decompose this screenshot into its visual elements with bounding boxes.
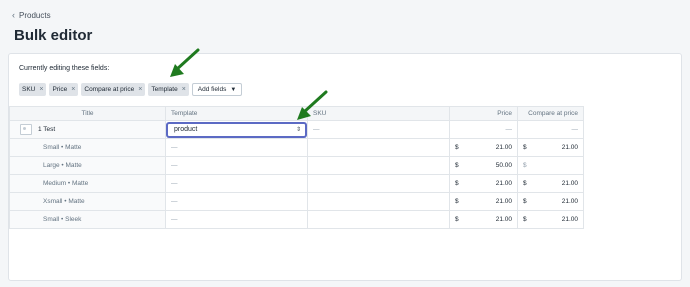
chevron-left-icon: ‹ <box>12 10 15 20</box>
variant-row: Small • Sleek — $21.00 $21.00 <box>9 210 584 229</box>
currency-symbol: $ <box>455 198 459 205</box>
price-cell[interactable]: — <box>449 120 518 139</box>
currency-symbol: $ <box>455 180 459 187</box>
remove-tag-icon[interactable]: × <box>71 86 75 93</box>
compare-price-cell[interactable]: $21.00 <box>517 210 584 229</box>
breadcrumb[interactable]: ‹ Products <box>12 10 51 21</box>
tag-template: Template × <box>148 83 189 96</box>
price-cell[interactable]: $50.00 <box>449 156 518 175</box>
column-header-price: Price <box>449 106 518 121</box>
editing-fields-label: Currently editing these fields: <box>19 65 110 72</box>
sku-cell[interactable] <box>307 174 450 193</box>
tag-sku: SKU × <box>19 83 47 96</box>
column-header-title: Title <box>9 106 166 121</box>
tag-label: SKU <box>22 86 36 93</box>
template-cell[interactable]: — <box>165 174 308 193</box>
sku-cell[interactable] <box>307 192 450 211</box>
caret-down-icon: ▼ <box>230 86 237 93</box>
compare-price-value: 21.00 <box>561 198 578 205</box>
compare-price-value: 21.00 <box>561 216 578 223</box>
variant-row: Large • Matte — $50.00 $ <box>9 156 584 175</box>
sku-cell[interactable] <box>307 156 450 175</box>
template-cell[interactable]: — <box>165 192 308 211</box>
tag-compare-at-price: Compare at price × <box>81 83 146 96</box>
tag-price: Price × <box>49 83 79 96</box>
price-value: 21.00 <box>495 216 512 223</box>
bulk-edit-grid: Title Template SKU Price Compare at pric… <box>9 106 584 229</box>
compare-price-cell[interactable]: $ <box>517 156 584 175</box>
currency-symbol: $ <box>523 216 527 223</box>
template-cell[interactable]: — <box>165 210 308 229</box>
compare-price-cell[interactable]: $21.00 <box>517 174 584 193</box>
compare-price-cell[interactable]: $21.00 <box>517 192 584 211</box>
price-value: 21.00 <box>495 198 512 205</box>
annotation-arrow-icon <box>297 90 328 120</box>
variant-row: Small • Matte — $21.00 $21.00 <box>9 138 584 157</box>
product-title: 1 Test <box>38 126 56 134</box>
page-title: Bulk editor <box>14 27 93 44</box>
template-cell[interactable]: — <box>165 156 308 175</box>
variant-row: Medium • Matte — $21.00 $21.00 <box>9 174 584 193</box>
remove-tag-icon[interactable]: × <box>39 86 43 93</box>
template-select[interactable]: product ⇕ <box>167 122 306 137</box>
template-select-value: product <box>174 126 198 133</box>
sku-cell[interactable] <box>307 210 450 229</box>
tag-label: Compare at price <box>84 86 135 93</box>
remove-tag-icon[interactable]: × <box>182 86 186 93</box>
currency-symbol: $ <box>455 144 459 151</box>
annotation-arrow-icon <box>170 48 200 77</box>
variant-title: Medium • Matte <box>9 174 166 193</box>
variant-title: Xsmall • Matte <box>9 192 166 211</box>
price-cell[interactable]: $21.00 <box>449 210 518 229</box>
currency-symbol: $ <box>523 162 527 169</box>
template-cell[interactable]: — <box>165 138 308 157</box>
currency-symbol: $ <box>523 198 527 205</box>
select-arrows-icon: ⇕ <box>295 126 301 133</box>
add-fields-button[interactable]: Add fields ▼ <box>191 83 243 96</box>
compare-price-cell[interactable]: $21.00 <box>517 138 584 157</box>
compare-price-cell[interactable]: — <box>517 120 584 139</box>
variant-title: Small • Matte <box>9 138 166 157</box>
currency-symbol: $ <box>455 162 459 169</box>
product-title-cell: 1 Test <box>9 120 166 139</box>
price-cell[interactable]: $21.00 <box>449 138 518 157</box>
currency-symbol: $ <box>523 144 527 151</box>
currency-symbol: $ <box>523 180 527 187</box>
remove-tag-icon[interactable]: × <box>138 86 142 93</box>
price-value: 21.00 <box>495 144 512 151</box>
variant-title: Large • Matte <box>9 156 166 175</box>
currency-symbol: $ <box>455 216 459 223</box>
price-value: 50.00 <box>495 162 512 169</box>
add-fields-label: Add fields <box>197 86 227 93</box>
image-placeholder-icon <box>20 124 32 135</box>
sku-cell[interactable] <box>307 138 450 157</box>
compare-price-value: 21.00 <box>561 144 578 151</box>
compare-price-value: 21.00 <box>561 180 578 187</box>
variant-row: Xsmall • Matte — $21.00 $21.00 <box>9 192 584 211</box>
variant-title: Small • Sleek <box>9 210 166 229</box>
price-cell[interactable]: $21.00 <box>449 192 518 211</box>
price-value: 21.00 <box>495 180 512 187</box>
column-header-compare-at-price: Compare at price <box>517 106 584 121</box>
tag-label: Template <box>151 86 178 93</box>
price-cell[interactable]: $21.00 <box>449 174 518 193</box>
breadcrumb-products-link[interactable]: Products <box>19 11 51 20</box>
field-tags: SKU × Price × Compare at price × Templat… <box>19 83 243 96</box>
bulk-editor-card: Currently editing these fields: SKU × Pr… <box>8 53 682 281</box>
tag-label: Price <box>52 86 68 93</box>
